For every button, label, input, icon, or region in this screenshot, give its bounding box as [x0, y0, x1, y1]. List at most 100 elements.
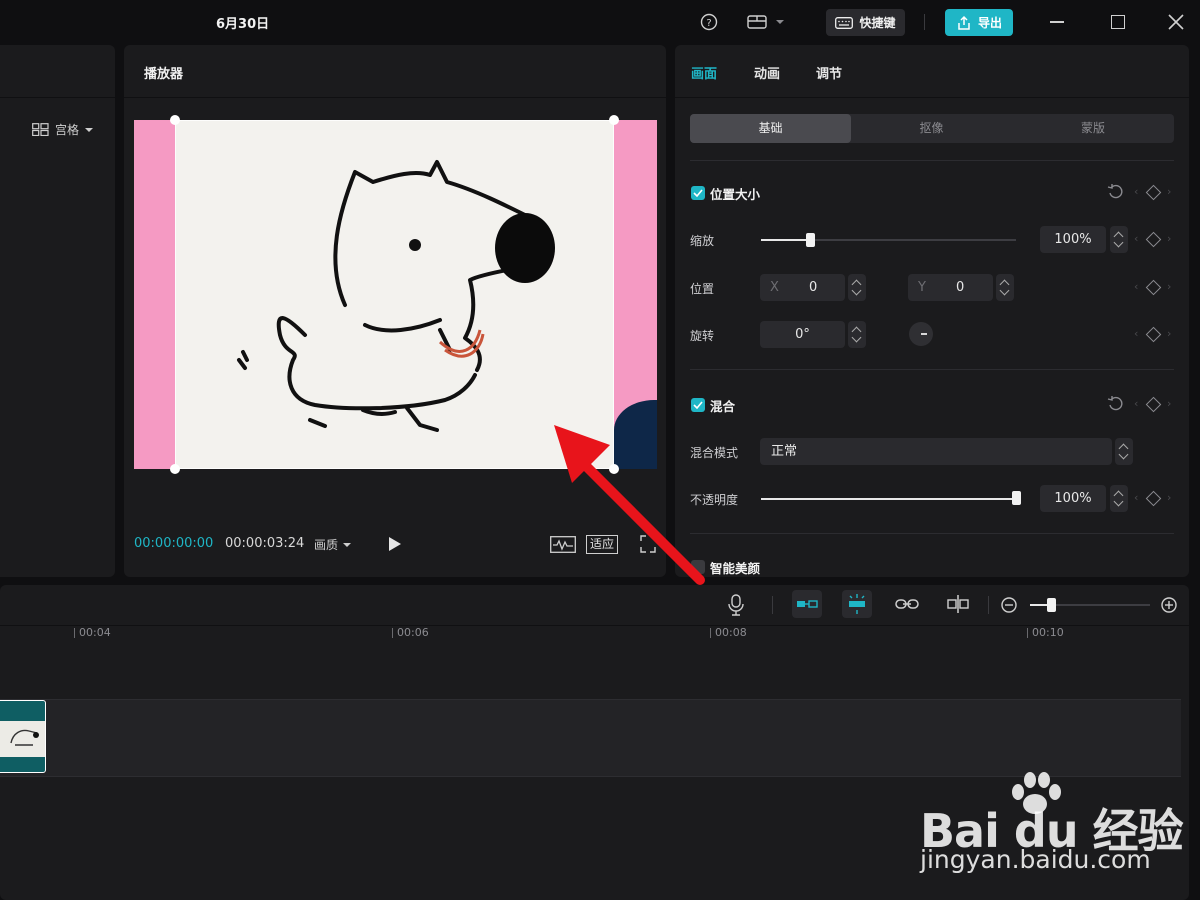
prev-keyframe-icon[interactable]: ‹ — [1134, 491, 1138, 504]
resize-handle[interactable] — [170, 464, 180, 474]
position-x-input[interactable]: X 0 — [760, 274, 845, 301]
export-label: 导出 — [977, 16, 1002, 30]
quality-dropdown[interactable]: 画质 — [314, 536, 352, 553]
video-clip[interactable] — [0, 700, 46, 773]
rotate-dial[interactable] — [909, 322, 933, 346]
maximize-icon[interactable] — [1111, 15, 1125, 29]
subtab-bar: 基础 抠像 蒙版 — [690, 114, 1174, 143]
ruler-tick — [710, 628, 711, 638]
minimize-icon[interactable] — [1050, 21, 1064, 23]
divider — [988, 596, 989, 614]
ruler-tick — [74, 628, 75, 638]
project-title: 6月30日 — [216, 17, 270, 32]
microphone-icon[interactable] — [728, 594, 744, 616]
prev-keyframe-icon[interactable]: ‹ — [1134, 185, 1138, 198]
snap-icon — [797, 600, 818, 608]
tab-animation[interactable]: 动画 — [754, 63, 780, 82]
position-y-input[interactable]: Y 0 — [908, 274, 993, 301]
blend-checkbox[interactable] — [691, 398, 705, 412]
layout-button[interactable] — [746, 12, 788, 32]
position-size-title: 位置大小 — [710, 187, 761, 202]
opacity-slider-thumb[interactable] — [1012, 491, 1021, 505]
next-keyframe-icon[interactable]: › — [1167, 280, 1171, 293]
svg-text:?: ? — [706, 18, 711, 29]
timeline-toolbar-divider — [0, 625, 1189, 626]
y-label: Y — [918, 280, 926, 295]
prev-keyframe-icon[interactable]: ‹ — [1134, 327, 1138, 340]
zoom-slider-thumb[interactable] — [1047, 598, 1056, 612]
shortcut-button[interactable]: 快捷键 — [826, 9, 905, 36]
ruler-tick — [1027, 628, 1028, 638]
zoom-in-icon[interactable] — [1160, 596, 1178, 614]
split-icon[interactable] — [946, 594, 970, 614]
y-value: 0 — [956, 280, 965, 295]
export-button[interactable]: 导出 — [945, 9, 1013, 36]
scale-stepper[interactable] — [1110, 226, 1128, 253]
resize-handle[interactable] — [170, 115, 180, 125]
baidu-watermark-url: jingyan.baidu.com — [920, 845, 1151, 874]
divider — [772, 596, 773, 614]
next-keyframe-icon[interactable]: › — [1167, 185, 1171, 198]
quality-label: 画质 — [314, 538, 339, 552]
blend-mode-select[interactable]: 正常 — [760, 438, 1112, 465]
reset-icon[interactable] — [1107, 396, 1123, 412]
position-size-checkbox[interactable] — [691, 186, 705, 200]
check-icon — [693, 401, 703, 409]
position-label: 位置 — [690, 282, 715, 296]
check-icon — [693, 189, 703, 197]
ruler-label: 00:06 — [397, 626, 429, 639]
scale-slider-thumb[interactable] — [806, 233, 815, 247]
grid-view-button[interactable]: 宫格 — [32, 121, 94, 138]
opacity-stepper[interactable] — [1110, 485, 1128, 512]
subtab-cutout[interactable]: 抠像 — [851, 114, 1012, 143]
media-panel-header — [0, 45, 115, 98]
keyboard-icon — [835, 16, 854, 29]
help-icon: ? — [700, 13, 718, 31]
baidu-paw-icon — [1012, 772, 1061, 814]
rotate-input[interactable]: 0° — [760, 321, 845, 348]
divider — [690, 160, 1174, 161]
subtab-mask[interactable]: 蒙版 — [1012, 114, 1174, 143]
grid-label: 宫格 — [55, 123, 80, 137]
next-keyframe-icon[interactable]: › — [1167, 327, 1171, 340]
divider — [690, 533, 1174, 534]
zoom-out-icon[interactable] — [1000, 596, 1018, 614]
magnet-toggle[interactable] — [792, 590, 822, 618]
next-keyframe-icon[interactable]: › — [1167, 491, 1171, 504]
beauty-title: 智能美颜 — [710, 561, 761, 576]
rotate-stepper[interactable] — [848, 321, 866, 348]
subtab-basic[interactable]: 基础 — [690, 114, 851, 143]
link-icon[interactable] — [895, 596, 919, 612]
blend-mode-stepper[interactable] — [1115, 438, 1133, 465]
help-button[interactable]: ? — [699, 12, 719, 32]
reset-icon[interactable] — [1107, 184, 1123, 200]
opacity-slider-fill — [761, 498, 1016, 500]
media-panel: 宫格 — [0, 45, 115, 577]
total-time: 00:00:03:24 — [225, 536, 305, 551]
player-title: 播放器 — [144, 67, 184, 82]
chevron-down-icon — [85, 127, 94, 132]
position-x-stepper[interactable] — [848, 274, 866, 301]
resize-handle[interactable] — [609, 115, 619, 125]
next-keyframe-icon[interactable]: › — [1167, 397, 1171, 410]
video-track — [0, 699, 1181, 777]
play-icon[interactable] — [388, 536, 402, 552]
tab-picture[interactable]: 画面 — [691, 63, 717, 82]
next-keyframe-icon[interactable]: › — [1167, 232, 1171, 245]
ruler-label: 00:10 — [1032, 626, 1064, 639]
scale-input[interactable]: 100% — [1040, 226, 1106, 253]
prev-keyframe-icon[interactable]: ‹ — [1134, 280, 1138, 293]
inspector-header — [675, 45, 1189, 98]
player-header: 播放器 — [124, 45, 666, 98]
ruler-label: 00:04 — [79, 626, 111, 639]
close-icon[interactable] — [1168, 14, 1184, 30]
x-label: X — [770, 280, 779, 295]
x-value: 0 — [809, 280, 818, 295]
layout-icon — [747, 15, 784, 29]
prev-keyframe-icon[interactable]: ‹ — [1134, 232, 1138, 245]
position-y-stepper[interactable] — [996, 274, 1014, 301]
linkage-toggle[interactable] — [842, 590, 872, 618]
prev-keyframe-icon[interactable]: ‹ — [1134, 397, 1138, 410]
opacity-input[interactable]: 100% — [1040, 485, 1106, 512]
tab-adjust[interactable]: 调节 — [816, 63, 842, 82]
